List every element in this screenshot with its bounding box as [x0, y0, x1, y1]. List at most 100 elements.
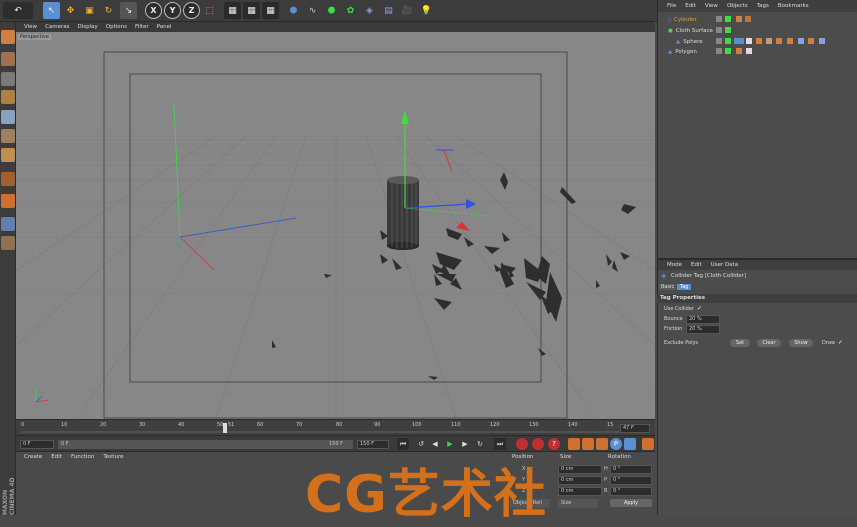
om-menu-edit[interactable]: Edit — [685, 3, 696, 9]
om-menu-tags[interactable]: Tags — [757, 3, 769, 9]
polygons-mode-icon[interactable] — [1, 148, 15, 162]
visibility-toggle[interactable] — [716, 48, 722, 54]
tag-icon[interactable] — [734, 38, 744, 44]
cloner-icon[interactable]: ✿ — [342, 2, 359, 19]
viewport-menu-cameras[interactable]: Cameras — [45, 24, 69, 30]
size-y-field[interactable]: 0 cm — [558, 476, 602, 485]
visibility-toggle[interactable] — [716, 27, 722, 33]
enable-check-icon[interactable] — [725, 38, 731, 44]
current-frame-field[interactable]: 47 F — [620, 424, 650, 433]
tab-tag[interactable]: Tag — [677, 284, 692, 290]
visibility-toggle[interactable] — [716, 16, 722, 22]
grid-icon[interactable] — [1, 236, 15, 250]
enable-axis-icon[interactable] — [1, 172, 15, 186]
size-x-field[interactable]: 0 cm — [558, 465, 602, 474]
tag-icon[interactable] — [819, 38, 825, 44]
tag-icon[interactable] — [756, 38, 762, 44]
render-settings-icon[interactable]: ▦ — [262, 2, 279, 19]
subdivision-icon[interactable]: ⬣ — [323, 2, 340, 19]
model-mode-icon[interactable] — [1, 52, 15, 66]
viewport-3d[interactable] — [16, 32, 655, 419]
start-frame-field[interactable]: 0 F — [20, 440, 54, 449]
material-menu-create[interactable]: Create — [24, 454, 42, 460]
y-axis-lock-icon[interactable]: Y — [164, 2, 181, 19]
scheme-icon[interactable] — [642, 438, 654, 450]
keyframe-selection-icon[interactable]: ? — [548, 438, 560, 450]
timeline-ruler[interactable]: 0 10 20 30 40 50 51 60 70 80 90 100 110 … — [16, 419, 655, 435]
tag-icon[interactable] — [776, 38, 782, 44]
rotation-h-field[interactable]: 0 ° — [610, 465, 652, 474]
record-active-icon[interactable] — [516, 438, 528, 450]
cube-icon[interactable]: ⬢ — [285, 2, 302, 19]
go-to-next-key-icon[interactable]: ↻ — [474, 438, 486, 450]
render-view-icon[interactable]: ▦ — [224, 2, 241, 19]
om-menu-bookmarks[interactable]: Bookmarks — [778, 3, 809, 9]
next-frame-icon[interactable]: ▶ — [459, 438, 471, 450]
points-mode-icon[interactable] — [1, 110, 15, 124]
object-row-cylinder[interactable]: ▯ Cylinder — [668, 15, 697, 24]
coord-size-select[interactable]: Size — [558, 499, 598, 508]
object-row-sphere[interactable]: ▲ Sphere — [676, 37, 703, 46]
tag-icon[interactable] — [745, 16, 751, 22]
tag-icon[interactable] — [746, 48, 752, 54]
tag-icon[interactable] — [746, 38, 752, 44]
x-axis-lock-icon[interactable]: X — [145, 2, 162, 19]
draw-checkbox[interactable]: ✓ — [838, 339, 843, 346]
bounce-field[interactable]: 20 % — [686, 315, 720, 324]
rotation-b-field[interactable]: 0 ° — [610, 487, 652, 496]
tag-icon[interactable] — [766, 38, 772, 44]
range-slider[interactable]: 0 F — [58, 440, 353, 449]
pla-key-icon[interactable] — [624, 438, 636, 450]
make-editable-icon[interactable] — [1, 30, 15, 44]
go-to-start-icon[interactable]: ⏮ — [397, 438, 409, 450]
deformer-icon[interactable]: ◈ — [361, 2, 378, 19]
tag-icon[interactable] — [736, 48, 742, 54]
om-menu-objects[interactable]: Objects — [727, 3, 748, 9]
autokey-icon[interactable] — [532, 438, 544, 450]
om-menu-file[interactable]: File — [667, 3, 676, 9]
live-select-icon[interactable]: ↖ — [43, 2, 60, 19]
range-end-slider[interactable]: 150 F — [326, 440, 353, 449]
tag-icon[interactable] — [787, 38, 793, 44]
coordinate-system-icon[interactable]: ⬚ — [201, 2, 218, 19]
rotate-icon[interactable]: ↻ — [100, 2, 117, 19]
enable-check-icon[interactable] — [725, 48, 731, 54]
friction-field[interactable]: 20 % — [686, 325, 720, 334]
tag-icon[interactable] — [808, 38, 814, 44]
enable-check-icon[interactable] — [725, 16, 731, 22]
clear-button[interactable]: Clear — [757, 339, 781, 347]
enable-check-icon[interactable] — [725, 27, 731, 33]
edges-mode-icon[interactable] — [1, 129, 15, 143]
rotation-p-field[interactable]: 0 ° — [610, 476, 652, 485]
viewport-menu-panel[interactable]: Panel — [157, 24, 172, 30]
viewport-menu-filter[interactable]: Filter — [135, 24, 149, 30]
texture-mode-icon[interactable] — [1, 72, 15, 86]
spline-pen-icon[interactable]: ∿ — [304, 2, 321, 19]
scale-icon[interactable]: ▣ — [81, 2, 98, 19]
rotation-key-icon[interactable] — [596, 438, 608, 450]
tag-icon[interactable] — [736, 16, 742, 22]
viewport-menu-options[interactable]: Options — [106, 24, 127, 30]
size-z-field[interactable]: 0 cm — [558, 487, 602, 496]
visibility-toggle[interactable] — [716, 38, 722, 44]
parameter-key-icon[interactable]: P — [610, 438, 622, 450]
tab-basic[interactable]: Basic — [659, 284, 677, 290]
last-tool-icon[interactable]: ↘ — [120, 2, 137, 19]
playhead[interactable] — [223, 423, 227, 433]
set-button[interactable]: Set — [730, 339, 750, 347]
undo-icon[interactable]: ↶ — [3, 2, 33, 19]
use-collider-checkbox[interactable]: ✓ — [697, 305, 702, 312]
camera-icon[interactable]: 🎥 — [399, 2, 416, 19]
object-row-cloth-surface[interactable]: ● Cloth Surface — [668, 26, 713, 35]
go-to-end-icon[interactable]: ⏭ — [494, 438, 506, 450]
show-button[interactable]: Show — [789, 339, 813, 347]
light-icon[interactable]: 💡 — [418, 2, 435, 19]
workplane-icon[interactable] — [1, 90, 15, 104]
attr-menu-mode[interactable]: Mode — [667, 262, 682, 268]
previous-frame-icon[interactable]: ◀ — [429, 438, 441, 450]
cylinder-object[interactable] — [387, 176, 419, 250]
viewport-menu-view[interactable]: View — [24, 24, 37, 30]
apply-button[interactable]: Apply — [610, 499, 652, 507]
floor-icon[interactable]: ▤ — [380, 2, 397, 19]
z-axis-lock-icon[interactable]: Z — [183, 2, 200, 19]
